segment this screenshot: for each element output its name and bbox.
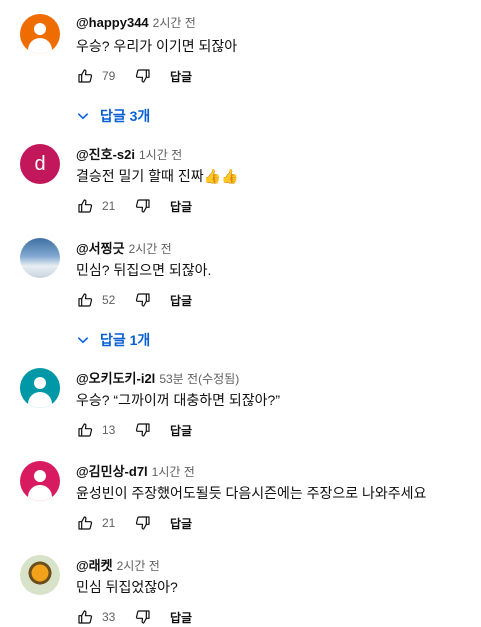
like-count: 79 <box>102 69 116 83</box>
like-icon[interactable] <box>76 197 94 215</box>
like-icon[interactable] <box>76 291 94 309</box>
comment-text: 윤성빈이 주장했어도될듯 다음시즌에는 주장으로 나와주세요 <box>76 485 427 501</box>
author-name[interactable]: @오키도키-i2l <box>76 371 155 386</box>
comment-time[interactable]: 2시간 전 <box>129 242 172 256</box>
comment-time[interactable]: 2시간 전 <box>117 559 160 573</box>
avatar[interactable] <box>20 461 60 501</box>
reply-button[interactable]: 답글 <box>170 609 192 626</box>
dislike-icon[interactable] <box>134 67 152 85</box>
view-replies-button[interactable]: 답글 3개 <box>76 106 150 126</box>
comment-text: 우승? 우리가 이기면 되잖아 <box>76 38 238 54</box>
comment-time[interactable]: 2시간 전 <box>153 16 196 30</box>
like-count: 21 <box>102 516 116 530</box>
comment-header: @진호-s2i 1시간 전 <box>76 144 182 164</box>
chevron-down-icon <box>76 109 90 123</box>
comment-header: @김민상-d7l 1시간 전 <box>76 461 195 481</box>
author-name[interactable]: @진호-s2i <box>76 147 135 162</box>
replies-count-label: 답글 1개 <box>100 332 151 348</box>
comment-time[interactable]: 1시간 전 <box>152 465 195 479</box>
reply-button[interactable]: 답글 <box>170 68 192 85</box>
comment-text: 민심? 뒤집으면 되잖아. <box>76 262 212 278</box>
chevron-down-icon <box>76 333 90 347</box>
reply-button[interactable]: 답글 <box>170 198 192 215</box>
comment-actions: 33 답글 <box>76 607 192 627</box>
avatar[interactable] <box>20 555 60 595</box>
like-icon[interactable] <box>76 514 94 532</box>
dislike-icon[interactable] <box>134 421 152 439</box>
comment-time[interactable]: 1시간 전 <box>139 148 182 162</box>
author-name[interactable]: @서찡긋 <box>76 241 125 256</box>
dislike-icon[interactable] <box>134 197 152 215</box>
comment-actions: 21 답글 <box>76 513 192 533</box>
comment-time[interactable]: 53분 전(수정됨) <box>159 372 239 386</box>
replies-count-label: 답글 3개 <box>100 108 151 124</box>
comment-text: 결승전 밀기 할때 진짜👍👍 <box>76 168 239 184</box>
like-count: 21 <box>102 199 116 213</box>
comment-actions: 13 답글 <box>76 420 192 440</box>
author-name[interactable]: @래켓 <box>76 558 113 573</box>
comment-actions: 52 답글 <box>76 290 192 310</box>
comment-actions: 79 답글 <box>76 66 192 86</box>
comment-header: @래켓 2시간 전 <box>76 555 160 575</box>
like-icon[interactable] <box>76 608 94 626</box>
avatar[interactable]: d <box>20 144 60 184</box>
comment-header: @happy344 2시간 전 <box>76 14 196 32</box>
like-count: 52 <box>102 293 116 307</box>
avatar[interactable] <box>20 14 60 54</box>
comment-header: @서찡긋 2시간 전 <box>76 238 172 258</box>
comment-text: 우승? “그까이꺼 대충하면 되잖아?” <box>76 392 281 408</box>
dislike-icon[interactable] <box>134 514 152 532</box>
reply-button[interactable]: 답글 <box>170 422 192 439</box>
comment-actions: 21 답글 <box>76 196 192 216</box>
comment-header: @오키도키-i2l 53분 전(수정됨) <box>76 368 239 388</box>
author-name[interactable]: @김민상-d7l <box>76 464 148 479</box>
like-icon[interactable] <box>76 67 94 85</box>
like-icon[interactable] <box>76 421 94 439</box>
avatar[interactable] <box>20 238 60 278</box>
avatar[interactable] <box>20 368 60 408</box>
like-count: 33 <box>102 610 116 624</box>
dislike-icon[interactable] <box>134 608 152 626</box>
reply-button[interactable]: 답글 <box>170 515 192 532</box>
view-replies-button[interactable]: 답글 1개 <box>76 330 150 350</box>
dislike-icon[interactable] <box>134 291 152 309</box>
reply-button[interactable]: 답글 <box>170 292 192 309</box>
comment-text: 민심 뒤집었잖아? <box>76 579 178 595</box>
like-count: 13 <box>102 423 116 437</box>
author-name[interactable]: @happy344 <box>76 15 149 30</box>
